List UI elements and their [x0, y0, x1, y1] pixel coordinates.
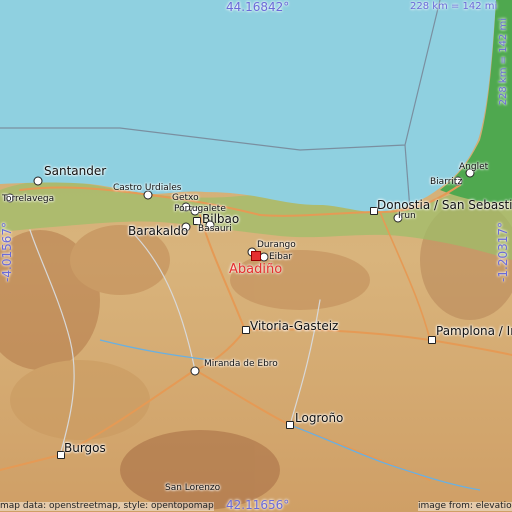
scale-label-top: 228 km = 142 mi	[410, 1, 498, 12]
place-label-barakaldo[interactable]: Barakaldo	[128, 225, 188, 237]
map-attribution: map data: openstreetmap, style: opentopo…	[0, 501, 214, 511]
place-label-biarritz[interactable]: Biarritz	[430, 178, 462, 187]
place-label-san-lorenzo[interactable]: San Lorenzo	[165, 484, 220, 493]
place-label-getxo[interactable]: Getxo	[172, 194, 199, 203]
map-view[interactable]: Santander Torrelavega Castro Urdiales Ge…	[0, 0, 512, 512]
scale-label-side: 228 km = 142 mi	[498, 18, 509, 106]
place-label-burgos[interactable]: Burgos	[64, 442, 106, 454]
place-label-torrelavega[interactable]: Torrelavega	[2, 195, 54, 204]
place-label-vitoria-gasteiz[interactable]: Vitoria-Gasteiz	[250, 320, 338, 332]
place-label-logrono[interactable]: Logroño	[295, 412, 343, 424]
place-label-santander[interactable]: Santander	[44, 165, 106, 177]
sea-area	[0, 0, 496, 212]
image-attribution: image from: elevation.city	[418, 502, 512, 511]
coord-top: 44.16842°	[226, 0, 290, 14]
place-label-anglet[interactable]: Anglet	[459, 163, 488, 172]
city-marker	[428, 336, 436, 344]
place-label-eibar[interactable]: Eibar	[269, 253, 292, 262]
place-label-irun[interactable]: Irun	[398, 212, 416, 221]
highlight-label[interactable]: Abadiño	[229, 263, 282, 276]
coord-bottom: 42.11656°	[226, 498, 290, 512]
place-label-miranda-de-ebro[interactable]: Miranda de Ebro	[204, 360, 278, 369]
city-marker	[242, 326, 250, 334]
coord-right: -1.20317°	[496, 222, 510, 282]
place-label-basauri[interactable]: Basauri	[198, 225, 232, 234]
coord-left: -4.01567°	[0, 222, 14, 282]
city-marker	[33, 176, 43, 186]
place-label-durango[interactable]: Durango	[257, 241, 296, 250]
city-marker	[190, 366, 200, 376]
city-marker	[286, 421, 294, 429]
place-label-pamplona[interactable]: Pamplona / Iruña	[436, 325, 512, 337]
highlight-marker	[251, 251, 261, 261]
place-label-castro-urdiales[interactable]: Castro Urdiales	[113, 184, 181, 193]
place-label-donostia[interactable]: Donostia / San Sebastián	[377, 199, 512, 211]
